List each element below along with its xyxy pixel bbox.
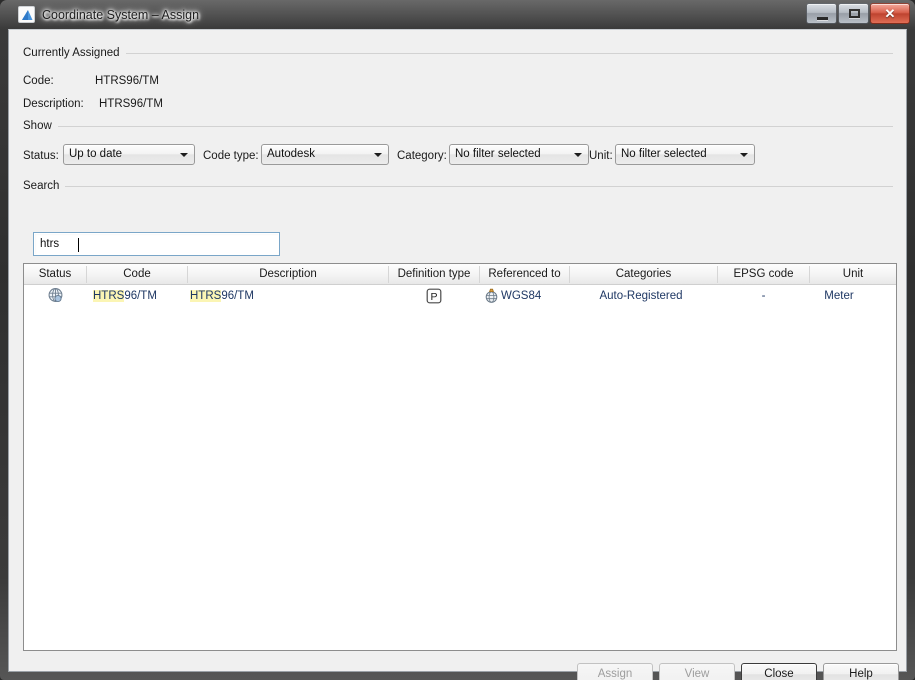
assign-button[interactable]: Assign <box>577 663 653 680</box>
cell-code-match: HTRS <box>93 290 125 302</box>
cell-referenced-to: WGS84 <box>501 290 542 302</box>
close-icon: ✕ <box>884 6 896 21</box>
datum-globe-icon <box>484 288 499 308</box>
status-filter-value: Up to date <box>69 148 123 160</box>
coordinate-system-list[interactable]: Status Code Description Definition type … <box>23 263 897 651</box>
column-header-description[interactable]: Description <box>188 264 388 284</box>
unit-filter-value: No filter selected <box>621 148 707 160</box>
cell-unit: Meter <box>824 290 854 302</box>
group-rule <box>23 126 893 127</box>
cell-code-rest: 96/TM <box>124 290 157 302</box>
status-filter-label: Status: <box>23 150 59 162</box>
currently-assigned-label: Currently Assigned <box>23 46 126 60</box>
unit-filter-select[interactable]: No filter selected <box>615 144 755 165</box>
code-label: Code: <box>23 75 54 87</box>
chevron-down-icon <box>740 153 748 157</box>
cell-code: HTRS96/TM <box>93 285 187 307</box>
cell-description-match: HTRS <box>190 290 222 302</box>
chevron-down-icon <box>180 153 188 157</box>
search-input-value: htrs <box>40 238 60 250</box>
minimize-icon <box>817 17 828 20</box>
cell-categories: Auto-Registered <box>599 290 683 302</box>
dialog-body: Currently Assigned Code: HTRS96/TM Descr… <box>8 29 907 680</box>
group-rule <box>23 186 893 187</box>
column-header-epsg-code[interactable]: EPSG code <box>718 264 809 284</box>
show-group: Show <box>23 119 893 133</box>
category-filter-label: Category: <box>397 150 447 162</box>
column-header-unit[interactable]: Unit <box>810 264 896 284</box>
close-button[interactable]: Close <box>741 663 817 680</box>
minimize-button[interactable] <box>806 3 837 24</box>
maximize-icon <box>849 9 860 18</box>
projected-p-icon: P <box>426 288 442 309</box>
show-label: Show <box>23 119 58 133</box>
code-value: HTRS96/TM <box>95 75 159 87</box>
cell-description-rest: 96/TM <box>221 290 254 302</box>
description-value: HTRS96/TM <box>99 98 163 110</box>
column-header-code[interactable]: Code <box>87 264 187 284</box>
category-filter-value: No filter selected <box>455 148 541 160</box>
cell-description: HTRS96/TM <box>190 285 386 307</box>
code-type-filter-label: Code type: <box>203 150 259 162</box>
svg-text:P: P <box>430 291 437 303</box>
chevron-down-icon <box>374 153 382 157</box>
description-label: Description: <box>23 98 84 110</box>
globe-icon <box>47 287 64 309</box>
currently-assigned-group: Currently Assigned <box>23 46 893 60</box>
column-header-definition-type[interactable]: Definition type <box>389 264 479 284</box>
close-window-button[interactable]: ✕ <box>870 3 910 24</box>
dialog-window: Coordinate System – Assign ✕ Currently A… <box>0 0 915 680</box>
column-header-referenced-to[interactable]: Referenced to <box>480 264 569 284</box>
column-header-categories[interactable]: Categories <box>570 264 717 284</box>
search-label: Search <box>23 179 66 193</box>
text-caret <box>78 238 79 252</box>
view-button[interactable]: View <box>659 663 735 680</box>
search-group: Search <box>23 179 893 193</box>
unit-filter-label: Unit: <box>589 150 613 162</box>
help-button[interactable]: Help <box>823 663 899 680</box>
category-filter-select[interactable]: No filter selected <box>449 144 589 165</box>
search-input[interactable]: htrs <box>33 232 280 256</box>
title-bar[interactable]: Coordinate System – Assign ✕ <box>0 0 915 30</box>
table-header-row: Status Code Description Definition type … <box>24 264 896 285</box>
chevron-down-icon <box>574 153 582 157</box>
table-row[interactable]: HTRS96/TM HTRS96/TM P WGS84 Auto-Registe… <box>24 285 896 307</box>
column-header-status[interactable]: Status <box>24 264 86 284</box>
group-rule <box>23 53 893 54</box>
autodesk-icon <box>18 6 35 23</box>
window-title: Coordinate System – Assign <box>42 8 200 22</box>
status-filter-select[interactable]: Up to date <box>63 144 195 165</box>
code-type-filter-select[interactable]: Autodesk <box>261 144 389 165</box>
code-type-filter-value: Autodesk <box>267 148 315 160</box>
maximize-button[interactable] <box>838 3 869 24</box>
